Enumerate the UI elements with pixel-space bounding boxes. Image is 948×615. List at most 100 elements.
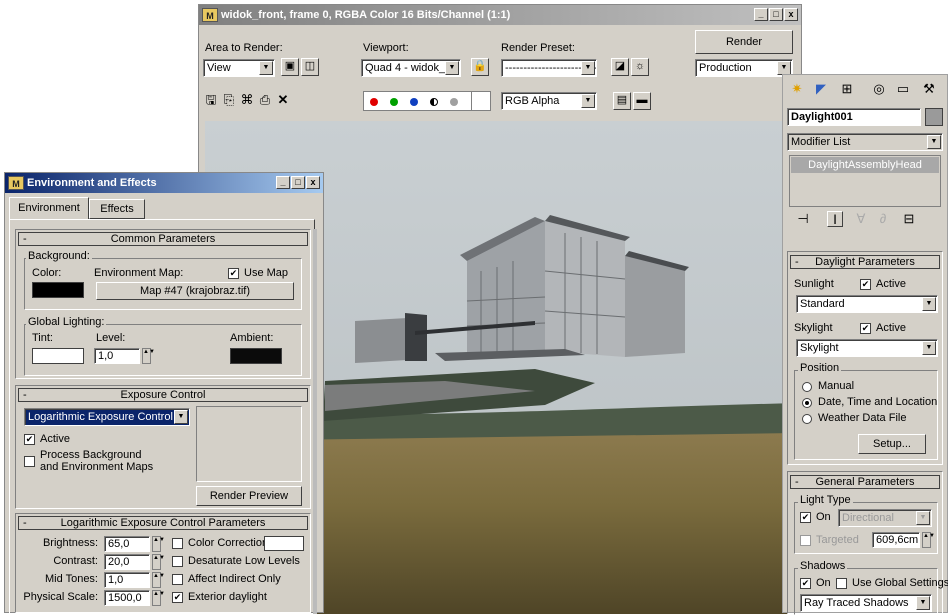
physical-scale-input[interactable]: 1500,0 [104,590,150,606]
color-correction-checkbox[interactable] [172,538,183,549]
object-name-input[interactable]: Daylight001 [787,108,921,126]
mono-channel-icon[interactable] [450,98,458,106]
level-input[interactable]: 1,0 [94,348,140,364]
light-type-dropdown[interactable]: Directional ▼ [838,509,932,527]
edit-region-icon[interactable]: ▣ [281,58,299,76]
general-parameters-rollout: - General Parameters Light Type ✔ On Dire… [787,471,948,615]
daylight-parameters-header[interactable]: - Daylight Parameters [790,255,940,269]
print-image-icon[interactable]: ⎙ [257,92,273,108]
daylight-parameters-title: Daylight Parameters [815,256,915,268]
contrast-input[interactable]: 20,0 [104,554,150,570]
green-channel-icon[interactable] [390,98,398,106]
render-button[interactable]: Render [695,30,793,54]
maximize-button[interactable]: □ [769,8,783,21]
level-spinner-icon[interactable]: ▲▼ [142,348,155,364]
viewport-dropdown[interactable]: Quad 4 - widok_fr ▼ [361,59,461,77]
modifier-list-dropdown[interactable]: Modifier List ▼ [787,133,943,151]
object-color-swatch[interactable] [925,108,943,126]
minimize-button[interactable]: _ [754,8,768,21]
alpha-channel-icon[interactable] [430,98,438,106]
remove-modifier-icon[interactable]: ∂ [875,211,891,227]
auto-region-icon[interactable]: ◫ [301,58,319,76]
lock-icon[interactable]: 🔒 [471,58,489,76]
tab-environment[interactable]: Environment [9,197,89,219]
hierarchy-tab-icon[interactable]: ⊞ [839,81,855,97]
desaturate-checkbox[interactable] [172,556,183,567]
environment-map-button[interactable]: Map #47 (krajobraz.tif) [96,282,294,300]
red-channel-icon[interactable] [370,98,378,106]
stack-item[interactable]: DaylightAssemblyHead [791,157,939,173]
swatch-color[interactable] [471,91,491,111]
minimize-button[interactable]: _ [276,176,290,189]
skylight-active-checkbox[interactable]: ✔ [860,323,871,334]
background-color-swatch[interactable] [32,282,84,298]
render-preview-button[interactable]: Render Preview [196,486,302,506]
date-time-location-radio[interactable] [802,398,812,408]
close-button[interactable]: x [306,176,320,189]
shadows-on-checkbox[interactable]: ✔ [800,578,811,589]
exposure-control-header[interactable]: - Exposure Control [18,388,308,402]
exterior-daylight-checkbox[interactable]: ✔ [172,592,183,603]
rollout-scrollbar[interactable] [313,229,317,614]
clone-window-icon[interactable]: ⌘ [239,92,255,108]
maximize-button[interactable]: □ [291,176,305,189]
targeted-distance-input[interactable]: 609,6cm [872,532,920,548]
show-end-result-icon[interactable]: Ⅰ [827,211,843,227]
exposure-active-checkbox[interactable]: ✔ [24,434,35,445]
targeted-spinner-icon[interactable]: ▲▼ [922,532,935,548]
manual-radio[interactable] [802,382,812,392]
use-global-settings-checkbox[interactable] [836,578,847,589]
exposure-type-dropdown[interactable]: Logarithmic Exposure Control ▼ [24,408,190,426]
pin-stack-icon[interactable]: ⊣ [795,211,811,227]
brightness-input[interactable]: 65,0 [104,536,150,552]
color-correction-swatch[interactable] [264,536,304,551]
close-button[interactable]: x [784,8,798,21]
brightness-spinner-icon[interactable]: ▲▼ [152,536,165,552]
physical-scale-spinner-icon[interactable]: ▲▼ [152,590,165,606]
copy-image-icon[interactable]: ⎘ [221,92,237,108]
general-parameters-header[interactable]: - General Parameters [790,475,940,489]
blue-channel-icon[interactable] [410,98,418,106]
render-preset-dropdown[interactable]: -------------------------- ▼ [501,59,597,77]
skylight-dropdown[interactable]: Skylight ▼ [796,339,938,357]
affect-indirect-checkbox[interactable] [172,574,183,585]
weather-data-radio[interactable] [802,414,812,424]
global-lighting-label: Global Lighting: [26,316,107,328]
display-tab-icon[interactable]: ▭ [895,81,911,97]
make-unique-icon[interactable]: ∀ [853,211,869,227]
toggle-ui-overlay-icon[interactable]: ▤ [613,92,631,110]
display-channel-dropdown[interactable]: RGB Alpha ▼ [501,92,597,110]
render-window-title: widok_front, frame 0, RGBA Color 16 Bits… [221,9,511,21]
use-map-checkbox[interactable]: ✔ [228,268,239,279]
setup-button[interactable]: Setup... [858,434,926,454]
contrast-spinner-icon[interactable]: ▲▼ [152,554,165,570]
sunlight-dropdown[interactable]: Standard ▼ [796,295,938,313]
log-exposure-header[interactable]: - Logarithmic Exposure Control Parameters [18,516,308,530]
shadow-type-dropdown[interactable]: Ray Traced Shadows ▼ [800,594,932,612]
environment-icon[interactable]: ☼ [631,58,649,76]
ambient-color-swatch[interactable] [230,348,282,364]
clear-icon[interactable]: ✕ [275,92,291,108]
tint-color-swatch[interactable] [32,348,84,364]
targeted-checkbox[interactable] [800,535,811,546]
render-setup-icon[interactable]: ◪ [611,58,629,76]
chevron-down-icon: ▼ [922,341,936,355]
process-background-checkbox[interactable] [24,456,35,467]
light-on-checkbox[interactable]: ✔ [800,512,811,523]
render-window-titlebar[interactable]: M widok_front, frame 0, RGBA Color 16 Bi… [199,5,801,25]
sunlight-active-checkbox[interactable]: ✔ [860,279,871,290]
common-parameters-header[interactable]: - Common Parameters [18,232,308,246]
save-image-icon[interactable]: 🖫 [203,92,219,108]
configure-sets-icon[interactable]: ⊟ [901,211,917,227]
tab-effects[interactable]: Effects [89,199,145,219]
area-to-render-dropdown[interactable]: View ▼ [203,59,275,77]
env-window-titlebar[interactable]: M Environment and Effects _ □ x [5,173,323,193]
create-tab-icon[interactable]: ✷ [789,81,805,97]
mid-tones-spinner-icon[interactable]: ▲▼ [152,572,165,588]
mid-tones-input[interactable]: 1,0 [104,572,150,588]
utilities-tab-icon[interactable]: ⚒ [921,81,937,97]
modify-tab-icon[interactable]: ◤ [813,81,829,97]
motion-tab-icon[interactable]: ◎ [871,81,887,97]
production-dropdown[interactable]: Production ▼ [695,59,793,77]
toggle-ui-icon[interactable]: ▬ [633,92,651,110]
